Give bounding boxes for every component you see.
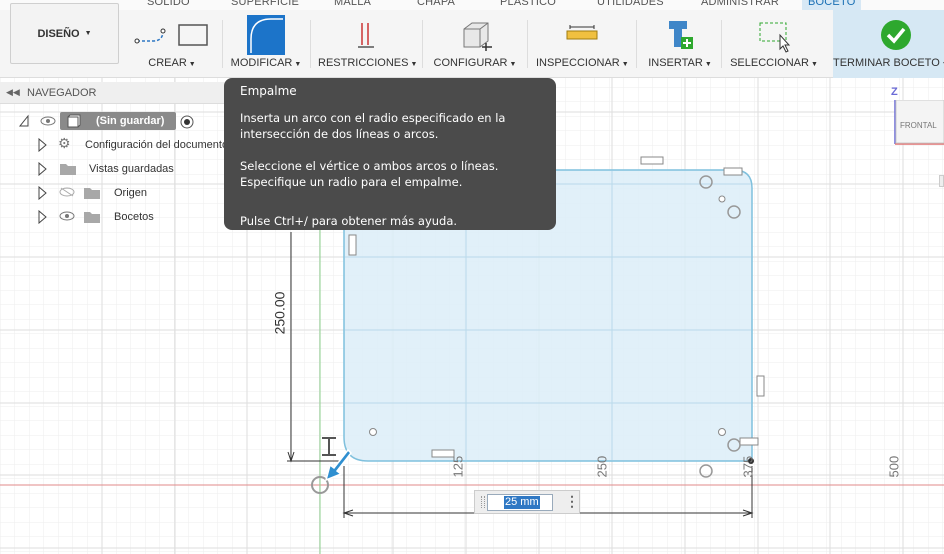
select-menu[interactable]: SELECCIONAR ▼ <box>728 15 820 75</box>
configure-icon <box>463 22 492 51</box>
visibility-icon[interactable] <box>59 211 75 221</box>
configure-menu[interactable]: CONFIGURAR ▼ <box>432 15 518 75</box>
hidden-eye-icon[interactable] <box>59 187 75 197</box>
tree-item-label: Vistas guardadas <box>89 163 174 175</box>
workspace-dropdown[interactable]: DISEÑO ▼ <box>10 3 119 64</box>
rectangle-tool-icon[interactable] <box>177 23 209 47</box>
document-icon <box>67 114 81 128</box>
tooltip-help-hint: Pulse Ctrl+/ para obtener más ayuda. <box>240 213 458 228</box>
chevron-down-icon: ▼ <box>294 61 302 68</box>
select-label: SELECCIONAR <box>730 57 809 69</box>
navigator-header: ◀◀ NAVEGADOR <box>0 82 226 104</box>
constraints-label: RESTRICCIONES <box>318 57 409 69</box>
finish-sketch-label: TERMINAR BOCETO <box>833 57 940 69</box>
inspect-label: INSPECCIONAR <box>536 57 620 69</box>
tab-chapa[interactable]: CHAPA <box>417 0 455 10</box>
root-node[interactable]: (Sin guardar) <box>60 112 176 130</box>
modify-label: MODIFICAR <box>230 57 293 69</box>
fillet-icon[interactable] <box>247 15 285 55</box>
finish-sketch-button[interactable]: TERMINAR BOCETO▼ <box>833 10 944 78</box>
chevron-down-icon: ▼ <box>810 61 818 68</box>
tooltip-title: Empalme <box>240 84 297 98</box>
tab-solido[interactable]: SÓLIDO <box>147 0 190 10</box>
tree-item-saved-views[interactable]: Vistas guardadas <box>0 159 226 179</box>
axis-label-250: 250 <box>594 455 610 478</box>
line-tool-icon[interactable] <box>133 23 169 49</box>
viewcube[interactable]: Z FRONTAL <box>891 86 944 147</box>
chevron-down-icon: ▼ <box>410 61 418 68</box>
finish-sketch-icon <box>881 20 911 50</box>
axis-label-500: 500 <box>886 455 902 478</box>
root-label: (Sin guardar) <box>96 115 165 127</box>
chevron-down-icon: ▼ <box>84 30 92 37</box>
workspace-label: DISEÑO <box>37 27 80 40</box>
visibility-icon[interactable] <box>40 116 56 126</box>
folder-icon <box>84 212 100 223</box>
more-options-icon[interactable]: ⋮ <box>565 493 579 510</box>
tree-item-origin[interactable]: Origen <box>0 183 226 203</box>
create-label: CREAR <box>148 57 187 69</box>
axis-label-125: 125 <box>450 455 466 478</box>
configure-label: CONFIGURAR <box>433 57 508 69</box>
radius-input[interactable]: 25 mm <box>487 494 553 511</box>
select-icon <box>759 22 791 53</box>
radius-value: 25 mm <box>504 496 540 509</box>
expand-icon[interactable] <box>37 186 47 200</box>
tab-bar: SÓLIDO SUPERFICIE MALLA CHAPA PLÁSTICO U… <box>0 0 944 10</box>
expand-icon[interactable] <box>37 210 47 224</box>
tree-item-label: Configuración del documento <box>85 139 229 151</box>
tab-superficie[interactable]: SUPERFICIE <box>231 0 299 10</box>
constraint-icon <box>358 23 374 48</box>
insert-label: INSERTAR <box>648 57 703 69</box>
tab-malla[interactable]: MALLA <box>334 0 371 10</box>
tooltip-description: Inserta un arco con el radio especificad… <box>240 110 506 142</box>
folder-icon <box>84 188 100 199</box>
fillet-tooltip: Empalme Inserta un arco con el radio esp… <box>224 78 556 230</box>
constraints-menu[interactable]: RESTRICCIONES ▼ <box>318 15 418 75</box>
axis-label-375: 375 <box>740 455 756 478</box>
tree-item-document-settings[interactable]: ⚙ Configuración del documento <box>0 135 229 155</box>
toolbar: SÓLIDO SUPERFICIE MALLA CHAPA PLÁSTICO U… <box>0 0 944 78</box>
tab-utilidades[interactable]: UTILIDADES <box>597 0 664 10</box>
tree-item-sketches[interactable]: Bocetos <box>0 207 226 227</box>
drag-handle-icon[interactable] <box>481 496 485 508</box>
tree-root[interactable]: (Sin guardar) <box>0 111 226 131</box>
expand-icon[interactable] <box>37 162 47 176</box>
z-axis-label: Z <box>891 86 898 98</box>
create-menu[interactable]: CREAR ▼ <box>131 15 213 75</box>
chevron-down-icon: ▼ <box>188 61 196 68</box>
side-panel-toggle[interactable] <box>939 175 944 187</box>
folder-icon <box>60 164 76 175</box>
tooltip-instructions: Seleccione el vértice o ambos arcos o lí… <box>240 158 499 190</box>
inspect-menu[interactable]: INSPECCIONAR ▼ <box>536 15 629 75</box>
chevron-down-icon: ▼ <box>704 61 712 68</box>
vertical-dimension-label[interactable]: 250.00 <box>271 292 287 335</box>
chevron-down-icon: ▼ <box>509 61 517 68</box>
viewcube-face-label: FRONTAL <box>900 121 937 130</box>
insert-icon <box>669 21 693 49</box>
tree-item-label: Bocetos <box>114 211 154 223</box>
expand-root-icon[interactable] <box>18 114 30 128</box>
active-radio-icon[interactable] <box>180 115 194 129</box>
expand-icon[interactable] <box>37 138 47 152</box>
gear-icon: ⚙ <box>58 135 71 151</box>
tab-administrar[interactable]: ADMINISTRAR <box>701 0 779 10</box>
tab-plastico[interactable]: PLÁSTICO <box>500 0 556 10</box>
chevron-down-icon: ▼ <box>621 61 629 68</box>
tab-boceto[interactable]: BOCETO <box>802 0 862 10</box>
collapse-navigator-icon[interactable]: ◀◀ <box>6 87 20 98</box>
tree-item-label: Origen <box>114 187 148 199</box>
modify-menu[interactable]: MODIFICAR ▼ <box>228 15 304 75</box>
navigator-title: NAVEGADOR <box>27 87 97 99</box>
insert-menu[interactable]: INSERTAR ▼ <box>645 15 715 75</box>
measure-icon <box>566 25 598 40</box>
